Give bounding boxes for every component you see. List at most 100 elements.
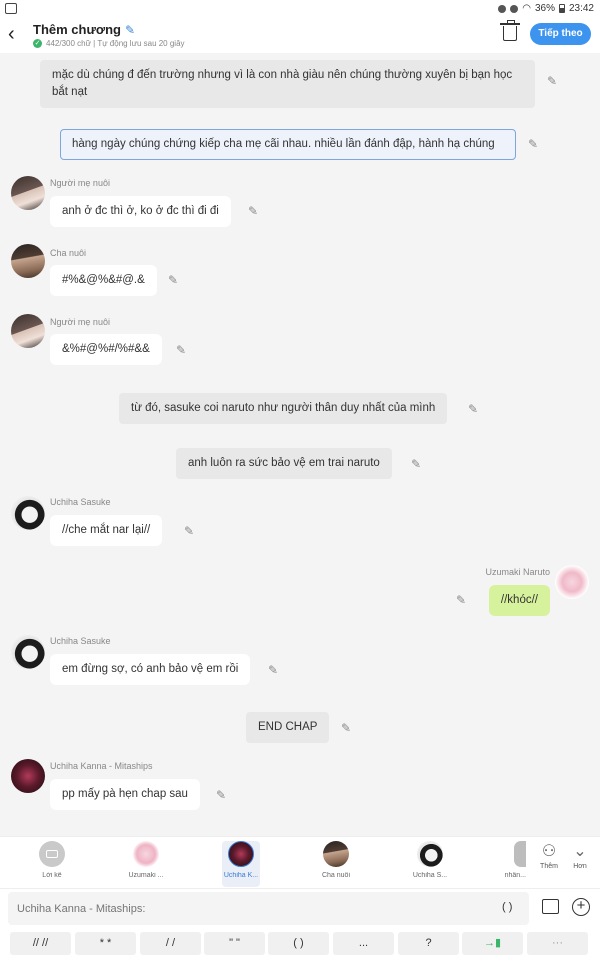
message-input[interactable] [8, 892, 529, 925]
avatar-partial-icon [514, 841, 526, 867]
avatar-kanna-icon [228, 841, 254, 867]
avatar[interactable] [11, 244, 45, 278]
avatar[interactable] [11, 496, 45, 530]
symbol-button[interactable]: / / [140, 932, 201, 955]
plus-icon[interactable]: + [572, 898, 590, 916]
more-symbols-button[interactable]: ··· [527, 932, 588, 955]
edit-message-icon[interactable]: ✎ [248, 205, 260, 217]
autosave-status: ✓ 442/300 chữ | Tự động lưu sau 20 giây [33, 39, 185, 48]
status-icons: ◠ 36% 23:42 [498, 3, 594, 14]
add-character-label: Thêm [540, 863, 558, 870]
edit-message-icon[interactable]: ✎ [468, 403, 480, 415]
image-icon[interactable] [542, 899, 559, 914]
message-bubble[interactable]: //khóc// [488, 585, 550, 616]
speaker-name: Uzumaki Naruto [485, 567, 550, 577]
wifi-icon: ◠ [522, 3, 531, 14]
insert-icon-button[interactable]: →▮ [462, 932, 523, 955]
message-text: anh ở đc thì ở, ko ở đc thì đi đi [62, 205, 219, 217]
edit-message-icon[interactable]: ✎ [547, 75, 559, 87]
message-text: từ đó, sasuke coi naruto như người thân … [131, 402, 436, 414]
page-title-text: Thêm chương [33, 22, 121, 37]
edit-message-icon[interactable]: ✎ [216, 789, 228, 801]
message-text: hàng ngày chúng chứng kiếp cha mẹ cãi nh… [72, 138, 495, 150]
message-text: em đừng sợ, có anh bảo vệ em rồi [62, 663, 239, 675]
message-composer: ( ) + [0, 888, 600, 926]
edit-message-icon[interactable]: ✎ [176, 344, 188, 356]
more-button[interactable]: ⌄ Hơn [565, 841, 595, 870]
edit-message-icon[interactable]: ✎ [184, 525, 196, 537]
message-bubble[interactable]: em đừng sợ, có anh bảo vệ em rồi [50, 654, 251, 685]
back-arrow-icon[interactable]: ‹ [8, 24, 26, 45]
message-text: END CHAP [258, 721, 318, 733]
edit-message-icon[interactable]: ✎ [456, 594, 468, 606]
parentheses-button[interactable]: ( ) [502, 901, 512, 913]
symbol-button[interactable]: " " [204, 932, 265, 955]
character-father[interactable]: Cha nuôi [306, 841, 366, 887]
message-text: &%#@%#/%#&& [62, 343, 150, 355]
app-notification-icon [5, 3, 17, 14]
message-bubble[interactable]: anh ở đc thì ở, ko ở đc thì đi đi [50, 196, 231, 227]
character-label: Cha nuôi [321, 872, 351, 879]
edit-message-icon[interactable]: ✎ [268, 664, 280, 676]
message-text: pp mấy pà hẹn chap sau [62, 788, 188, 800]
edit-message-icon[interactable]: ✎ [168, 274, 180, 286]
avatar[interactable] [11, 314, 45, 348]
add-person-icon: ⚇ [541, 843, 557, 860]
character-naruto[interactable]: Uzumaki ... [116, 841, 176, 887]
status-bar: ◠ 36% 23:42 [0, 0, 600, 18]
edit-title-icon[interactable]: ✎ [125, 23, 137, 37]
check-icon: ✓ [33, 39, 42, 48]
character-label: nhân... [504, 872, 526, 879]
speaker-name: Người mẹ nuôi [50, 178, 110, 188]
speaker-name: Uchiha Sasuke [50, 636, 111, 646]
trash-icon[interactable] [500, 20, 520, 41]
speaker-name: Uchiha Kanna - Mitaships [50, 761, 153, 771]
character-partial[interactable]: nhân... [496, 841, 526, 887]
character-label: Lời kể [42, 872, 62, 879]
message-bubble[interactable]: &%#@%#/%#&& [50, 334, 162, 365]
character-kanna[interactable]: Uchiha K... [222, 841, 260, 887]
add-character-button[interactable]: ⚇ Thêm [534, 841, 564, 870]
symbol-button[interactable]: * * [75, 932, 136, 955]
character-selector: Lời kể Uzumaki ... Uchiha K... Cha nuôi … [0, 836, 600, 888]
message-text: mặc dù chúng đ đến trường nhưng vì là co… [52, 69, 513, 98]
word-count-text: 442/300 chữ | Tự động lưu sau 20 giây [46, 39, 185, 48]
chat-area: mặc dù chúng đ đến trường nhưng vì là co… [0, 53, 600, 836]
next-button[interactable]: Tiếp theo [530, 23, 591, 45]
app-header: ‹ Thêm chương ✎ ✓ 442/300 chữ | Tự động l… [0, 18, 600, 53]
avatar[interactable] [555, 565, 589, 599]
edit-message-icon[interactable]: ✎ [411, 458, 423, 470]
symbol-button[interactable]: ? [398, 932, 459, 955]
edit-message-icon[interactable]: ✎ [528, 138, 540, 150]
symbol-toolbar: // // * * / / " " ( ) ... ? →▮ ··· [0, 926, 600, 960]
narration-bubble-selected[interactable]: hàng ngày chúng chứng kiếp cha mẹ cãi nh… [60, 129, 516, 160]
battery-icon [558, 4, 565, 13]
narration-bubble[interactable]: mặc dù chúng đ đến trường nhưng vì là co… [40, 60, 535, 108]
symbol-button[interactable]: ... [333, 932, 394, 955]
character-narrator[interactable]: Lời kể [22, 841, 82, 887]
page-title[interactable]: Thêm chương ✎ [33, 22, 137, 37]
avatar-naruto-icon [133, 841, 159, 867]
character-sasuke[interactable]: Uchiha S... [400, 841, 460, 887]
more-label: Hơn [573, 863, 587, 870]
avatar-father-icon [323, 841, 349, 867]
clock: 23:42 [568, 3, 594, 14]
message-text: #%&@%&#@.& [62, 274, 145, 286]
symbol-button[interactable]: // // [10, 932, 71, 955]
character-label: Uzumaki ... [128, 872, 164, 879]
message-bubble[interactable]: pp mấy pà hẹn chap sau [50, 779, 200, 810]
avatar-sasuke-icon [417, 841, 443, 867]
avatar[interactable] [11, 176, 45, 210]
narration-bubble[interactable]: anh luôn ra sức bảo vệ em trai naruto [176, 448, 392, 479]
avatar[interactable] [11, 635, 45, 669]
message-text: //che mắt nar lại// [62, 524, 151, 536]
message-bubble[interactable]: //che mắt nar lại// [50, 515, 163, 546]
speaker-name: Uchiha Sasuke [50, 497, 111, 507]
symbol-button[interactable]: ( ) [268, 932, 329, 955]
edit-message-icon[interactable]: ✎ [341, 722, 353, 734]
message-bubble[interactable]: #%&@%&#@.& [50, 265, 157, 296]
speaker-name: Người mẹ nuôi [50, 317, 110, 327]
narration-bubble[interactable]: END CHAP [246, 712, 330, 743]
avatar[interactable] [11, 759, 45, 793]
narration-bubble[interactable]: từ đó, sasuke coi naruto như người thân … [119, 393, 448, 424]
